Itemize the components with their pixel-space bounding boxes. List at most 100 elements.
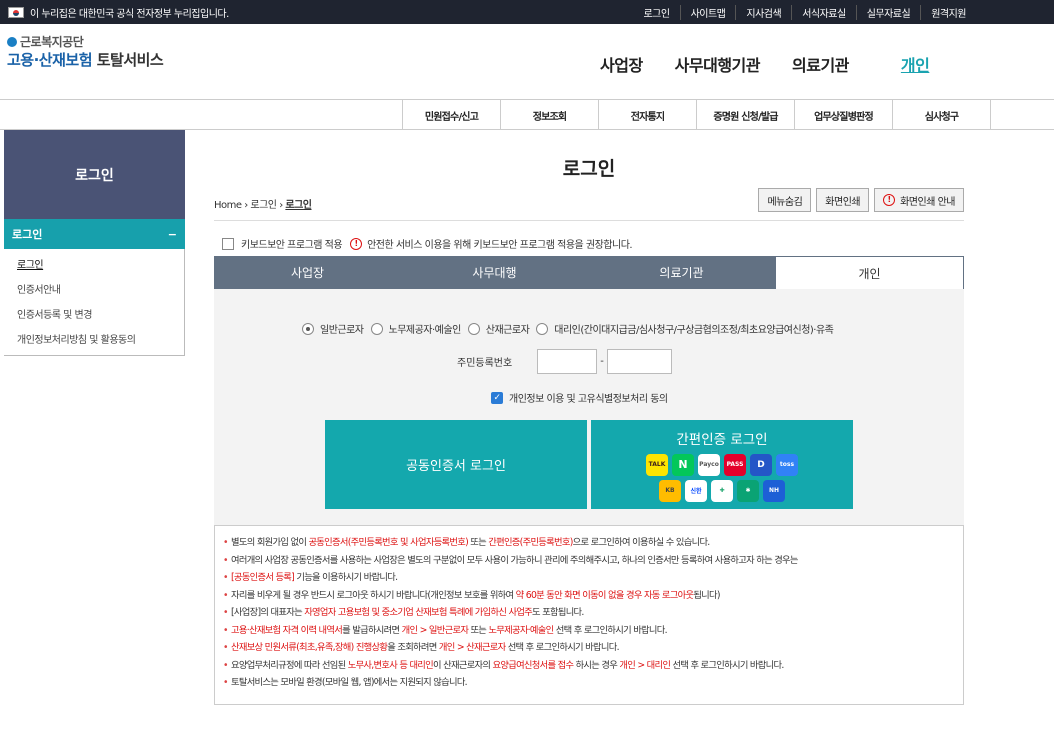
page-title: 로그인: [562, 158, 616, 180]
top-link-forms[interactable]: 서식자료실: [791, 5, 856, 20]
gov-banner: 이 누리집은 대한민국 공식 전자정부 누리집입니다.: [8, 5, 229, 20]
kb-icon[interactable]: KB: [659, 479, 681, 502]
breadcrumb-home[interactable]: Home: [214, 200, 242, 211]
sub-nav-item[interactable]: 민원접수/신고: [403, 100, 501, 130]
print-button[interactable]: 화면인쇄: [816, 188, 870, 212]
top-link-resources[interactable]: 실무자료실: [855, 5, 921, 20]
samsung-pass-icon[interactable]: Payco: [698, 453, 720, 476]
radio-injured-worker[interactable]: 산재근로자: [467, 321, 530, 336]
sub-nav-item[interactable]: 전자통지: [599, 100, 697, 130]
login-type-tabs: 사업장 사무대행 의료기관 개인: [214, 256, 964, 289]
radio-agent[interactable]: 대리인(간이대지급금/심사청구/구상금협의조정/최초요양급여신청)·유족: [536, 321, 834, 336]
keyboard-security-label: 키보드보안 프로그램 적용: [241, 240, 343, 251]
shinhan-icon[interactable]: 신한: [685, 479, 707, 502]
page-tools: 메뉴숨김 화면인쇄 ! 화면인쇄 안내: [758, 188, 964, 212]
hana-icon[interactable]: ✱: [737, 479, 759, 502]
notice-item-cont: [공동인증서 등록] 기능을 이용하시기 바랍니다.: [223, 569, 963, 587]
sidebar-title: 로그인: [4, 130, 185, 219]
site-header: 근로복지공단 고용·산재보험 토탈서비스 사업장 사무대행기관 의료기관 개인: [0, 24, 1054, 100]
radio-button[interactable]: [536, 322, 549, 335]
privacy-agree-checkbox[interactable]: ✓: [491, 391, 503, 404]
breadcrumb-item[interactable]: 로그인: [250, 200, 277, 211]
rrn-label: 주민등록번호: [457, 358, 513, 369]
simple-login-button[interactable]: 간편인증 로그인 TALK N Payco PASS D toss KB 신한 …: [591, 420, 853, 509]
radio-label: 대리인(간이대지급금/심사청구/구상금협의조정/최초요양급여신청)·유족: [554, 325, 834, 336]
print-guide-button[interactable]: ! 화면인쇄 안내: [874, 188, 964, 212]
privacy-agree-label: 개인정보 이용 및 고유식별정보처리 동의: [509, 394, 668, 405]
rrn-row: 주민등록번호 -: [457, 349, 672, 374]
user-type-radios: 일반근로자 노무제공자·예술인 산재근로자 대리인(간이대지급금/심사청구/구상…: [302, 321, 840, 336]
sidebar: 로그인 로그인 − 로그인 인증서안내 인증서등록 및 변경 개인정보처리방침 …: [4, 130, 185, 356]
keyboard-security-row: 키보드보안 프로그램 적용 ! 안전한 서비스 이용을 위해 키보드보안 프로그…: [222, 236, 633, 251]
notice-box: 별도의 회원가입 없이 공동인증서(주민등록번호 및 사업자등록번호) 또는 간…: [214, 525, 964, 705]
main-nav-agency[interactable]: 사무대행기관: [675, 52, 761, 76]
tab-agency[interactable]: 사무대행: [401, 256, 588, 289]
radio-general-worker[interactable]: 일반근로자: [302, 321, 364, 336]
cert-register-link[interactable]: [공동인증서 등록]: [231, 572, 295, 583]
sidebar-menu: 로그인 인증서안내 인증서등록 및 변경 개인정보처리방침 및 활용동의: [4, 249, 185, 356]
collapse-icon[interactable]: −: [168, 228, 177, 241]
divider: [214, 220, 964, 221]
toss-icon[interactable]: toss: [776, 453, 798, 476]
sidebar-item-login[interactable]: 로그인: [4, 251, 184, 276]
logo-org-text: 근로복지공단: [20, 35, 84, 49]
radio-labor-provider[interactable]: 노무제공자·예술인: [370, 321, 462, 336]
hide-menu-button[interactable]: 메뉴숨김: [758, 188, 812, 212]
alert-icon: !: [350, 237, 363, 250]
logo-service[interactable]: 고용·산재보험 토탈서비스: [7, 49, 164, 70]
logo-org[interactable]: 근로복지공단: [7, 33, 84, 50]
notice-item: 토탈서비스는 모바일 환경(모바일 웹, 앱)에서는 지원되지 않습니다.: [223, 674, 963, 692]
print-guide-label: 화면인쇄 안내: [900, 196, 955, 208]
top-link-remote-support[interactable]: 원격지원: [920, 5, 976, 20]
sub-nav-item[interactable]: 증명원 신청/발급: [697, 100, 795, 130]
keyboard-security-checkbox[interactable]: [222, 237, 234, 250]
main-nav-workplace[interactable]: 사업장: [600, 52, 643, 76]
main-nav: 사업장 사무대행기관 의료기관 개인: [600, 52, 961, 76]
top-link-branch-search[interactable]: 지사검색: [735, 5, 791, 20]
main-nav-individual[interactable]: 개인: [901, 52, 930, 76]
radio-label: 일반근로자: [320, 325, 364, 336]
sidebar-item-cert-guide[interactable]: 인증서안내: [4, 276, 184, 301]
nh-icon[interactable]: NH: [763, 479, 785, 502]
notice-item: 요양업무처리규정에 따라 선임된 노무사,변호사 등 대리인이 산재근로자의 요…: [223, 657, 963, 675]
rrn-separator: -: [600, 356, 604, 367]
cert-login-button[interactable]: 공동인증서 로그인: [325, 420, 587, 509]
sub-nav-item[interactable]: 업무상질병판정: [795, 100, 893, 130]
tab-workplace[interactable]: 사업장: [214, 256, 401, 289]
tab-individual[interactable]: 개인: [775, 256, 964, 289]
radio-button[interactable]: [370, 322, 383, 335]
top-utility-bar: 이 누리집은 대한민국 공식 전자정부 누리집입니다. 로그인 사이트맵 지사검…: [0, 0, 1054, 24]
sub-nav-item[interactable]: 정보조회: [501, 100, 599, 130]
sidebar-section-header[interactable]: 로그인 −: [4, 219, 185, 249]
notice-item: 고용·산재보험 자격 이력 내역서를 발급하시려면 개인 > 일반근로자 또는 …: [223, 622, 963, 640]
naver-icon[interactable]: N: [672, 453, 694, 476]
breadcrumb: Home › 로그인 › 로그인: [214, 196, 312, 211]
sidebar-item-privacy[interactable]: 개인정보처리방침 및 활용동의: [4, 326, 184, 351]
health-icon[interactable]: ✚: [711, 479, 733, 502]
keyboard-security-notice: 안전한 서비스 이용을 위해 키보드보안 프로그램 적용을 권장합니다.: [367, 240, 633, 251]
rrn-second-input[interactable]: [606, 349, 672, 374]
korean-flag-icon: [8, 7, 24, 18]
radio-button[interactable]: [302, 322, 314, 335]
alert-icon: !: [883, 194, 896, 206]
top-link-sitemap[interactable]: 사이트맵: [679, 5, 736, 20]
sidebar-item-cert-register[interactable]: 인증서등록 및 변경: [4, 301, 184, 326]
main-nav-medical[interactable]: 의료기관: [792, 52, 849, 76]
sub-nav: 민원접수/신고 정보조회 전자통지 증명원 신청/발급 업무상질병판정 심사청구: [402, 100, 991, 130]
rrn-first-input[interactable]: [537, 349, 598, 374]
tab-medical[interactable]: 의료기관: [588, 256, 775, 289]
notice-item: 자리를 비우게 될 경우 반드시 로그아웃 하시기 바랍니다(개인정보 보호를 …: [223, 587, 963, 605]
radio-button[interactable]: [467, 322, 480, 335]
digital-id-icon[interactable]: D: [750, 453, 772, 476]
sidebar-section-label: 로그인: [12, 228, 43, 241]
privacy-agree-row: ✓ 개인정보 이용 및 고유식별정보처리 동의: [491, 390, 668, 405]
radio-label: 산재근로자: [485, 325, 530, 336]
notice-item: 여러개의 사업장 공동인증서를 사용하는 사업장은 별도의 구분없이 모두 사용…: [223, 552, 963, 570]
top-link-login[interactable]: 로그인: [633, 5, 679, 20]
notice-item: [사업장]의 대표자는 자영업자 고용보험 및 중소기업 산재보험 특례에 가입…: [223, 604, 963, 622]
kakao-icon[interactable]: TALK: [646, 453, 668, 476]
pass-icon[interactable]: PASS: [724, 453, 746, 476]
radio-label: 노무제공자·예술인: [388, 325, 462, 336]
sub-nav-item[interactable]: 심사청구: [893, 100, 991, 130]
breadcrumb-current[interactable]: 로그인: [285, 200, 312, 211]
